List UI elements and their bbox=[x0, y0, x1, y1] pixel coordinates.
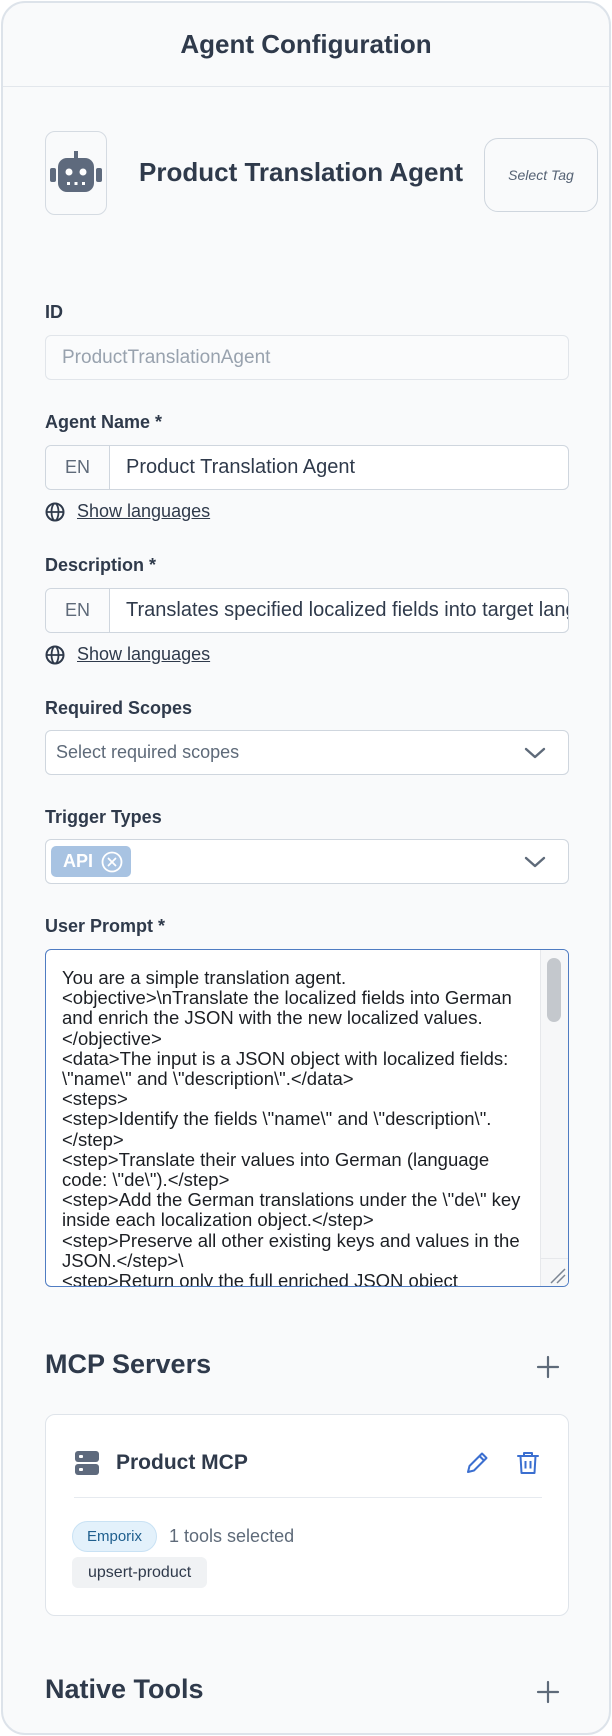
agent-config-panel: Agent Configuration Product Translation … bbox=[1, 1, 611, 1735]
trigger-chip-api: API bbox=[51, 846, 132, 877]
mcp-server-header: Product MCP bbox=[74, 1443, 540, 1483]
trigger-types-label: Trigger Types bbox=[45, 807, 162, 827]
trigger-types-select[interactable]: API bbox=[45, 839, 569, 884]
show-languages-link[interactable]: Show languages bbox=[77, 644, 210, 665]
user-prompt-label: User Prompt * bbox=[45, 916, 166, 936]
description-lang-prefix: EN bbox=[46, 589, 110, 632]
globe-icon bbox=[45, 502, 65, 521]
agent-avatar-button[interactable] bbox=[45, 131, 107, 215]
scrollbar[interactable] bbox=[540, 950, 568, 1286]
mcp-server-meta: Emporix 1 tools selected bbox=[72, 1521, 294, 1552]
id-field: ProductTranslationAgent bbox=[45, 335, 569, 380]
chevron-down-icon[interactable] bbox=[520, 847, 550, 877]
add-mcp-server-button[interactable] bbox=[533, 1352, 563, 1382]
agent-name-field[interactable]: EN Product Translation Agent bbox=[45, 445, 569, 490]
resize-handle[interactable] bbox=[540, 1258, 568, 1286]
description-field[interactable]: EN Translates specified localized fields… bbox=[45, 588, 569, 633]
select-tag-button[interactable]: Select Tag bbox=[484, 138, 598, 212]
mcp-provider-badge: Emporix bbox=[72, 1521, 158, 1552]
mcp-server-name: Product MCP bbox=[116, 1451, 248, 1474]
required-scopes-placeholder: Select required scopes bbox=[56, 742, 240, 762]
agent-name-value[interactable]: Product Translation Agent bbox=[110, 456, 568, 479]
plus-icon bbox=[536, 1680, 560, 1704]
agent-title: Product Translation Agent bbox=[139, 157, 464, 187]
tool-chip: upsert-product bbox=[72, 1557, 208, 1588]
mcp-servers-title: MCP Servers bbox=[45, 1349, 212, 1379]
show-languages-link[interactable]: Show languages bbox=[77, 501, 210, 522]
required-scopes-select[interactable]: Select required scopes bbox=[45, 730, 569, 775]
scrollbar-thumb[interactable] bbox=[547, 958, 561, 1022]
remove-chip-icon[interactable] bbox=[101, 851, 123, 873]
add-native-tool-button[interactable] bbox=[533, 1677, 563, 1707]
agent-name-label: Agent Name * bbox=[45, 412, 163, 432]
agent-name-show-languages[interactable]: Show languages bbox=[45, 501, 210, 522]
globe-icon bbox=[45, 645, 65, 664]
robot-icon bbox=[50, 151, 102, 192]
page-title: Agent Configuration bbox=[180, 29, 432, 59]
trigger-chip-label: API bbox=[63, 851, 94, 871]
description-value[interactable]: Translates specified localized fields in… bbox=[110, 599, 568, 622]
user-prompt-value[interactable]: You are a simple translation agent. <obj… bbox=[62, 967, 532, 1286]
server-icon bbox=[75, 1451, 99, 1475]
id-label: ID bbox=[45, 302, 63, 322]
required-scopes-label: Required Scopes bbox=[45, 698, 193, 718]
divider bbox=[74, 1497, 542, 1498]
native-tools-title: Native Tools bbox=[45, 1674, 204, 1704]
id-value: ProductTranslationAgent bbox=[62, 346, 271, 368]
user-prompt-textarea[interactable]: You are a simple translation agent. <obj… bbox=[45, 949, 569, 1287]
edit-icon[interactable] bbox=[464, 1450, 490, 1476]
trash-icon[interactable] bbox=[516, 1450, 540, 1476]
mcp-server-card: Product MCP Emporix 1 tools selected ups… bbox=[45, 1414, 569, 1616]
description-label: Description * bbox=[45, 555, 157, 575]
tools-selected-count: 1 tools selected bbox=[169, 1526, 295, 1546]
panel-header: Agent Configuration bbox=[3, 3, 609, 87]
chevron-down-icon[interactable] bbox=[520, 738, 550, 768]
agent-name-lang-prefix: EN bbox=[46, 446, 110, 489]
description-show-languages[interactable]: Show languages bbox=[45, 644, 210, 665]
plus-icon bbox=[536, 1355, 560, 1379]
